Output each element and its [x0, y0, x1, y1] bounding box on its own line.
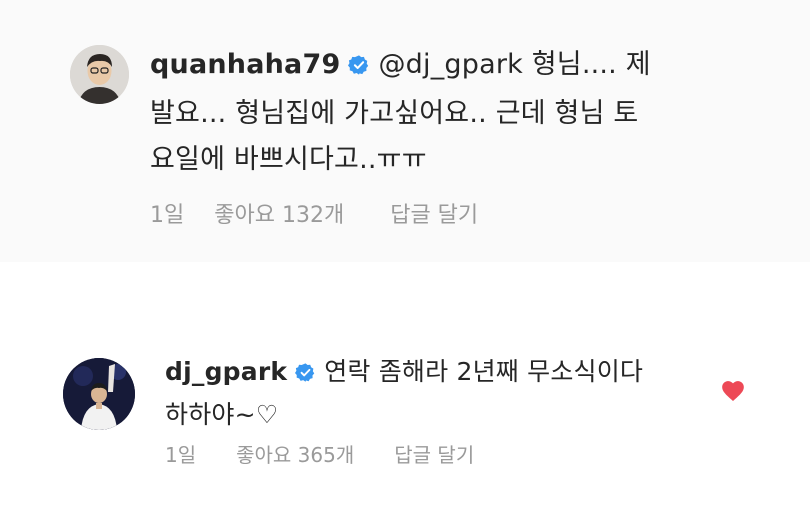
comment-time: 1일	[165, 443, 197, 467]
comment-time: 1일	[150, 203, 185, 228]
comment-body: quanhaha79 @dj_gpark 형님.... 제 발요... 형님집에 …	[150, 42, 770, 183]
comment-text-line3: 요일에 바쁘시다고..ㅠㅠ	[150, 144, 427, 175]
likes-count[interactable]: 좋아요 132개	[214, 203, 344, 228]
heart-icon[interactable]	[720, 378, 746, 402]
comment-text-line2: 발요... 형님집에 가고싶어요.. 근데 형님 토	[150, 98, 639, 129]
comment-2: dj_gpark 연락 좀해라 2년째 무소식이다 하하야~♡ 1일 좋아요 365…	[0, 318, 810, 523]
likes-count[interactable]: 좋아요 365개	[236, 443, 354, 467]
comment-text-line1: 연락 좀해라 2년째 무소식이다	[324, 357, 644, 386]
verified-badge-icon	[295, 355, 316, 395]
avatar[interactable]	[63, 358, 135, 430]
reply-button[interactable]: 답글 달기	[390, 203, 478, 228]
comment-body: dj_gpark 연락 좀해라 2년째 무소식이다 하하야~♡	[165, 352, 695, 435]
mention-link[interactable]: @dj_gpark	[378, 49, 523, 80]
comment-meta: 1일 좋아요 365개 답글 달기	[165, 439, 514, 468]
avatar[interactable]	[70, 45, 129, 104]
comment-username[interactable]: quanhaha79	[150, 49, 340, 80]
comment-text-line2: 하하야~♡	[165, 400, 279, 429]
comment-text-line1: 형님.... 제	[531, 49, 651, 80]
reply-button[interactable]: 답글 달기	[394, 443, 474, 467]
avatar-image	[70, 45, 129, 104]
comment-username[interactable]: dj_gpark	[165, 357, 287, 386]
comment-1: quanhaha79 @dj_gpark 형님.... 제 발요... 형님집에 …	[0, 0, 810, 262]
avatar-image	[63, 358, 135, 430]
verified-badge-icon	[348, 45, 370, 91]
comment-meta: 1일 좋아요 132개 답글 달기	[150, 197, 524, 229]
